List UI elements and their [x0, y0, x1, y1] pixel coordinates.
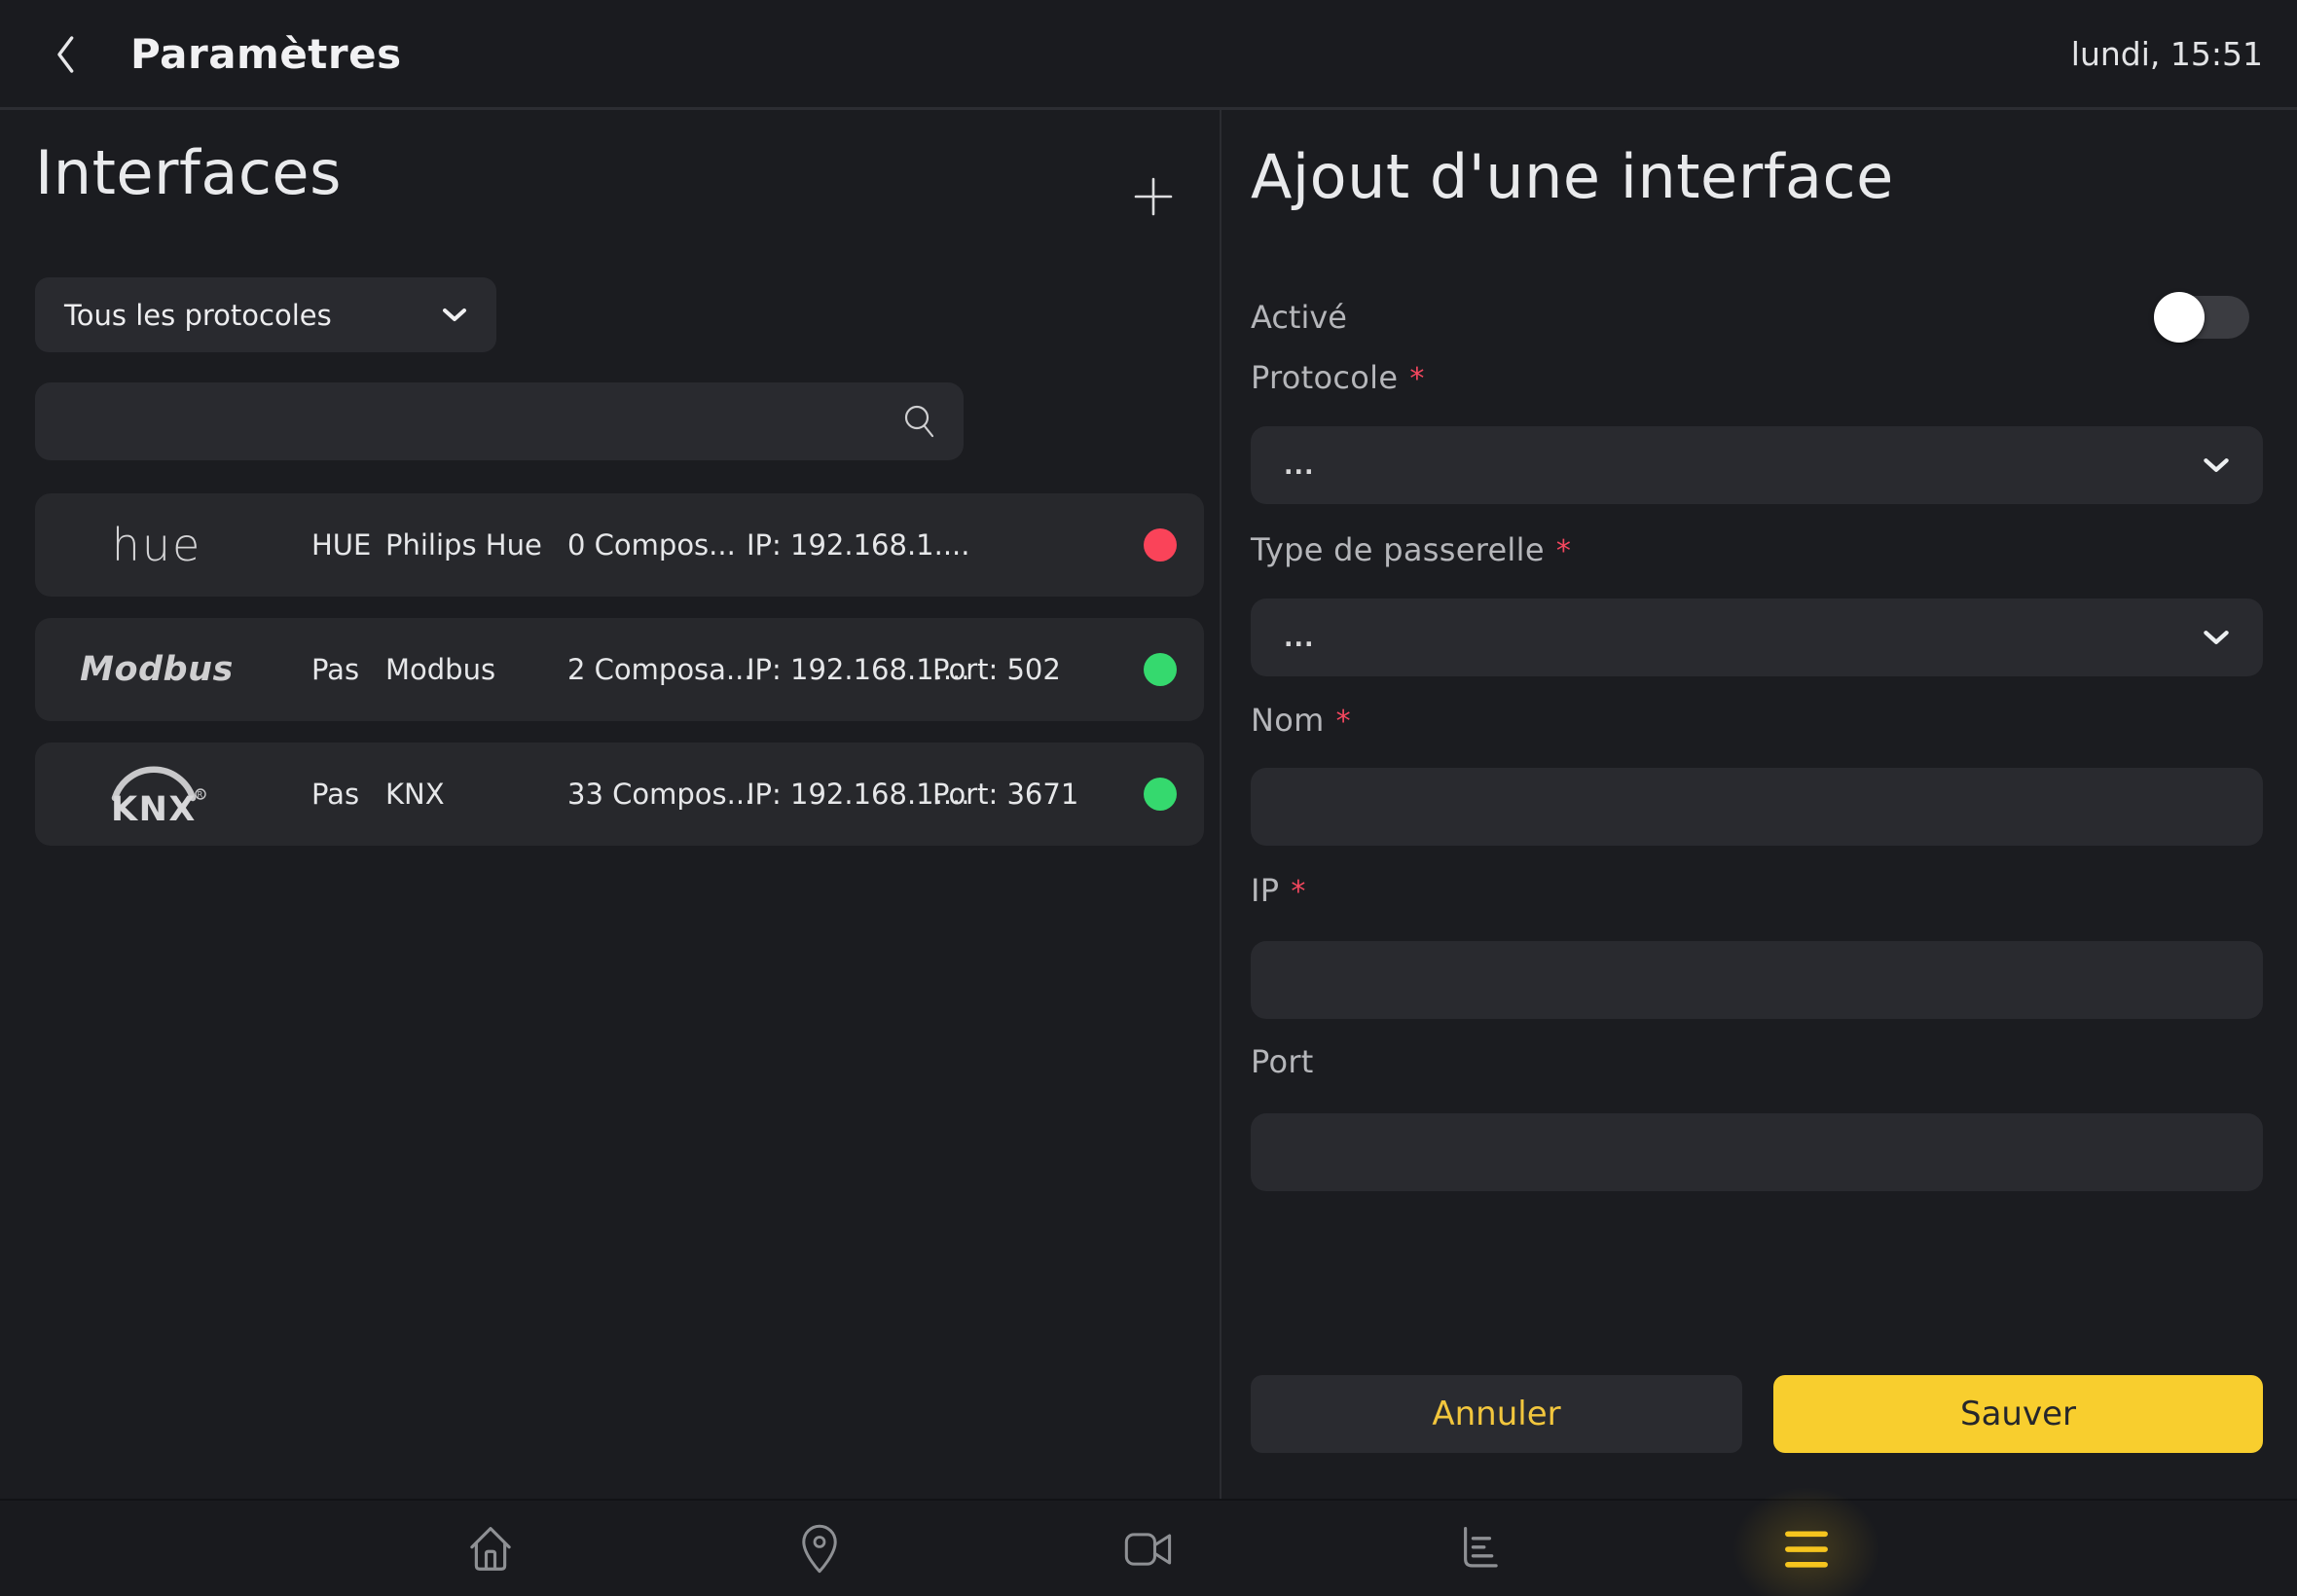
nav-cameras[interactable] [1122, 1523, 1175, 1576]
nom-label: Nom* [1251, 702, 1351, 739]
nav-locations[interactable] [793, 1523, 846, 1576]
interface-row-modbus[interactable]: Modbus Pas Modbus 2 Composa... IP: 192.1… [35, 618, 1204, 721]
enabled-label: Activé [1251, 299, 1347, 336]
menu-icon [1780, 1523, 1833, 1576]
knx-logo: KNX R [35, 743, 278, 846]
interface-name: Philips Hue [385, 493, 542, 597]
interfaces-title: Interfaces [35, 137, 342, 208]
type-passerelle-value: ... [1284, 624, 1315, 652]
hue-logo: hue [35, 493, 278, 597]
port-input[interactable] [1251, 1113, 2263, 1191]
bottom-nav [0, 1499, 2297, 1596]
search-box [35, 382, 964, 460]
plus-icon [1129, 172, 1178, 221]
chevron-down-icon [2203, 630, 2230, 646]
svg-text:KNX: KNX [111, 790, 197, 825]
ip-label: IP* [1251, 872, 1306, 909]
interface-ip: IP: 192.168.1.... [747, 493, 970, 597]
status-indicator [1144, 528, 1177, 562]
type-passerelle-label: Type de passerelle* [1251, 531, 1571, 568]
video-camera-icon [1122, 1526, 1175, 1573]
page-title: Paramètres [130, 0, 402, 107]
chevron-left-icon [50, 32, 83, 77]
bar-chart-icon [1451, 1523, 1504, 1576]
cancel-button[interactable]: Annuler [1251, 1375, 1742, 1453]
svg-text:R: R [198, 791, 203, 801]
save-button[interactable]: Sauver [1773, 1375, 2263, 1453]
enabled-row: Activé [1251, 293, 2263, 342]
port-label: Port [1251, 1043, 1314, 1080]
interface-components: 0 Compos... [567, 493, 736, 597]
protocole-label: Protocole* [1251, 359, 1425, 396]
interfaces-panel: Interfaces Tous les protocoles [0, 110, 1220, 1499]
add-interface-button[interactable] [1127, 170, 1180, 223]
chevron-down-icon [2203, 457, 2230, 474]
add-interface-title: Ajout d'une interface [1251, 141, 1894, 212]
ip-input[interactable] [1251, 941, 2263, 1019]
interface-row-knx[interactable]: KNX R Pas KNX 33 Compos... IP: 192.168.1… [35, 743, 1204, 846]
status-indicator [1144, 653, 1177, 686]
nav-stats[interactable] [1451, 1523, 1504, 1576]
settings-screen: Paramètres lundi, 15:51 Interfaces Tous … [0, 0, 2297, 1596]
nav-menu-active[interactable] [1780, 1523, 1833, 1576]
interface-port: Port: 3671 [932, 743, 1078, 846]
interface-protocol: HUE [311, 493, 371, 597]
protocole-value: ... [1284, 452, 1315, 480]
modbus-logo: Modbus [35, 618, 278, 721]
required-asterisk: * [1336, 705, 1351, 739]
location-pin-icon [796, 1523, 843, 1576]
interface-components: 33 Compos... [567, 743, 753, 846]
interface-row-hue[interactable]: hue HUE Philips Hue 0 Compos... IP: 192.… [35, 493, 1204, 597]
interface-name: Modbus [385, 618, 495, 721]
enabled-toggle[interactable] [2156, 296, 2249, 339]
type-passerelle-select[interactable]: ... [1251, 598, 2263, 676]
home-icon [464, 1523, 517, 1576]
ip-field [1251, 941, 2263, 1019]
nom-input[interactable] [1251, 768, 2263, 846]
protocol-filter-value: Tous les protocoles [64, 299, 332, 332]
interface-protocol: Pas [311, 618, 359, 721]
required-asterisk: * [1409, 362, 1424, 396]
interface-name: KNX [385, 743, 445, 846]
port-field [1251, 1113, 2263, 1191]
interface-components: 2 Composa... [567, 618, 753, 721]
nav-home[interactable] [464, 1523, 517, 1576]
required-asterisk: * [1556, 534, 1571, 568]
search-icon [899, 401, 940, 442]
required-asterisk: * [1291, 875, 1305, 909]
top-bar: Paramètres lundi, 15:51 [0, 0, 2297, 110]
form-actions: Annuler Sauver [1251, 1375, 2294, 1453]
datetime-label: lundi, 15:51 [2071, 0, 2263, 107]
nom-field [1251, 768, 2263, 846]
protocole-select[interactable]: ... [1251, 426, 2263, 504]
interface-port: Port: 502 [932, 618, 1061, 721]
chevron-down-icon [442, 308, 467, 323]
add-interface-panel: Ajout d'une interface Activé Protocole* … [1221, 110, 2297, 1499]
toggle-knob [2154, 292, 2205, 343]
protocol-filter-dropdown[interactable]: Tous les protocoles [35, 277, 496, 352]
search-input[interactable] [35, 382, 964, 460]
interface-protocol: Pas [311, 743, 359, 846]
back-button[interactable] [39, 27, 93, 82]
status-indicator [1144, 778, 1177, 811]
